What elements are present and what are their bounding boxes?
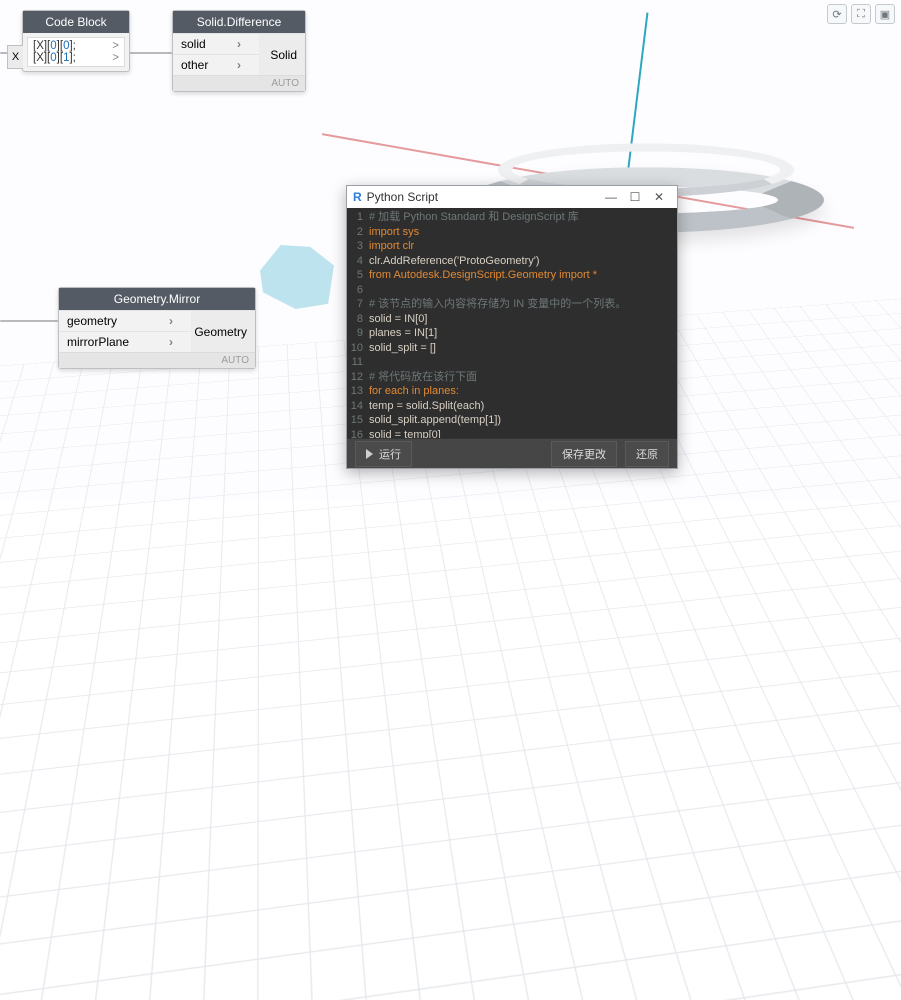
code-line[interactable]: solid_split = [] [369, 341, 436, 356]
node-solid-difference[interactable]: Solid.Difference solid› other› Solid AUT… [172, 10, 306, 92]
lacing-auto[interactable]: AUTO [173, 75, 305, 91]
line-number: 4 [347, 254, 363, 269]
code-line[interactable]: from Autodesk.DesignScript.Geometry impo… [369, 268, 597, 283]
code-line[interactable]: planes = IN[1] [369, 326, 437, 341]
node-title: Code Block [23, 11, 129, 33]
code-line[interactable]: temp = solid.Split(each) [369, 399, 484, 414]
run-button[interactable]: 运行 [355, 441, 412, 467]
line-number: 3 [347, 239, 363, 254]
window-titlebar[interactable]: R Python Script — ☐ ✕ [347, 186, 677, 208]
revit-icon: R [353, 190, 362, 204]
orbit-icon[interactable]: ⟳ [827, 4, 847, 24]
node-code-block[interactable]: X Code Block [X][0][0]; > [X][0][1]; > [22, 10, 130, 72]
code-line[interactable]: solid = temp[0] [369, 428, 441, 439]
code-editor[interactable]: 1 # 加载 Python Standard 和 DesignScript 库 2i… [347, 208, 677, 438]
output-port-solid[interactable]: Solid [259, 33, 305, 75]
code-line[interactable]: solid = IN[0] [369, 312, 427, 327]
lacing-auto[interactable]: AUTO [59, 352, 255, 368]
line-number: 6 [347, 283, 363, 298]
pan-icon[interactable]: ⛶ [851, 4, 871, 24]
python-script-window[interactable]: R Python Script — ☐ ✕ 1 # 加载 Python Stand… [346, 185, 678, 469]
editor-toolbar: 运行 保存更改 还原 [347, 438, 677, 468]
input-port-other[interactable]: other› [173, 54, 259, 75]
minimize-button[interactable]: — [599, 190, 623, 204]
line-number: 12 [347, 370, 363, 385]
input-port-mirrorplane[interactable]: mirrorPlane› [59, 331, 191, 352]
code-line[interactable]: import sys [369, 225, 419, 240]
maximize-button[interactable]: ☐ [623, 190, 647, 204]
code-line[interactable]: import clr [369, 239, 414, 254]
revert-button[interactable]: 还原 [625, 441, 669, 467]
line-number: 16 [347, 428, 363, 439]
line-number: 9 [347, 326, 363, 341]
code-line[interactable]: # 该节点的输入内容将存储为 IN 变量中的一个列表。 [369, 297, 626, 312]
input-port-geometry[interactable]: geometry› [59, 310, 191, 331]
axis-z [626, 13, 649, 184]
line-number: 5 [347, 268, 363, 283]
line-number: 15 [347, 413, 363, 428]
window-title: Python Script [367, 190, 438, 204]
line-number: 10 [347, 341, 363, 356]
line-number: 8 [347, 312, 363, 327]
close-button[interactable]: ✕ [647, 190, 671, 204]
input-port-x[interactable]: X [7, 45, 23, 69]
code-line[interactable]: # 将代码放在该行下面 [369, 370, 477, 385]
code-line[interactable]: clr.AddReference('ProtoGeometry') [369, 254, 540, 269]
line-number: 7 [347, 297, 363, 312]
node-title: Solid.Difference [173, 11, 305, 33]
save-changes-button[interactable]: 保存更改 [551, 441, 617, 467]
output-port-geometry[interactable]: Geometry [191, 310, 255, 352]
node-title: Geometry.Mirror [59, 288, 255, 310]
view-toolbar: ⟳ ⛶ ▣ [827, 4, 895, 24]
node-geometry-mirror[interactable]: Geometry.Mirror geometry› mirrorPlane› G… [58, 287, 256, 369]
line-number: 11 [347, 355, 363, 370]
wire [130, 52, 172, 54]
line-number: 1 [347, 210, 363, 225]
input-port-solid[interactable]: solid› [173, 33, 259, 54]
play-icon [366, 449, 373, 459]
code-line[interactable]: # 加载 Python Standard 和 DesignScript 库 [369, 210, 579, 225]
line-number: 13 [347, 384, 363, 399]
line-number: 2 [347, 225, 363, 240]
line-number: 14 [347, 399, 363, 414]
code-line[interactable]: for each in planes: [369, 384, 459, 399]
wire [0, 320, 58, 322]
code-line[interactable]: solid_split.append(temp[1]) [369, 413, 501, 428]
code-body[interactable]: [X][0][0]; > [X][0][1]; > [27, 37, 125, 67]
fit-view-icon[interactable]: ▣ [875, 4, 895, 24]
